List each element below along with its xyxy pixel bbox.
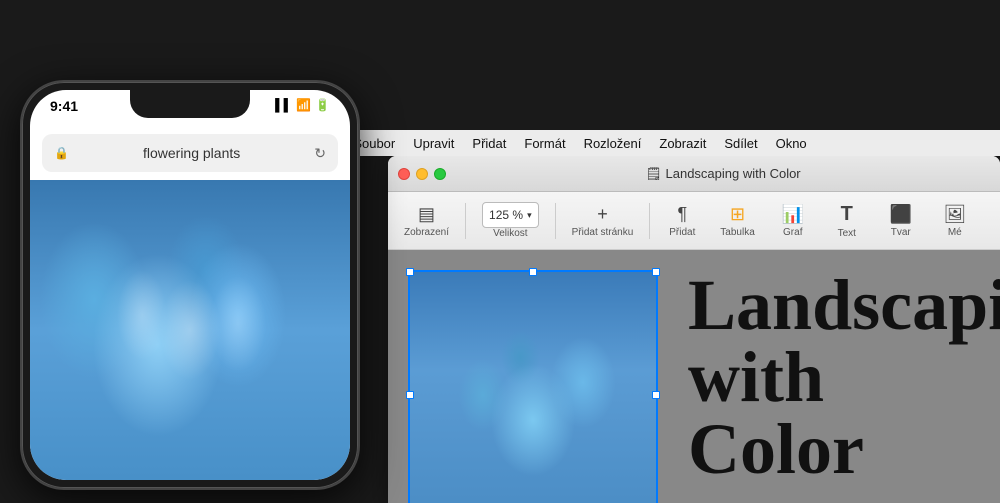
pages-window: 🗒 Landscaping with Color ▤ Zobrazení 125… (388, 156, 1000, 503)
document-canvas (408, 270, 658, 503)
chart-icon: 📊 (782, 204, 804, 225)
menu-sdilet[interactable]: Sdílet (724, 136, 757, 151)
graf-label: Graf (783, 227, 802, 238)
menu-rozlozeni[interactable]: Rozložení (584, 136, 642, 151)
minimize-button[interactable] (416, 168, 428, 180)
iphone-notch (130, 90, 250, 118)
toolbar: ▤ Zobrazení 125 % ▾ Velikost + Přidat st… (388, 192, 1000, 250)
pridat-stranku-button[interactable]: + Přidat stránku (564, 200, 642, 242)
document-area: Landscapi with Color (388, 250, 1000, 503)
zobrazeni-label: Zobrazení (404, 227, 449, 238)
signal-icon: ▌▌ (275, 98, 292, 112)
menu-okno[interactable]: Okno (776, 136, 807, 151)
handle-topmid[interactable] (529, 268, 537, 276)
window-titlebar: 🗒 Landscaping with Color (388, 156, 1000, 192)
handle-topleft[interactable] (406, 268, 414, 276)
document-title: Landscapi with Color (688, 269, 1000, 485)
text-button[interactable]: T Text (823, 199, 871, 243)
close-button[interactable] (398, 168, 410, 180)
text-label: Text (838, 228, 856, 239)
me-label: Mé (948, 227, 962, 238)
title-line1: Landscapi (688, 269, 1000, 341)
zoom-value: 125 % (489, 208, 523, 222)
graf-button[interactable]: 📊 Graf (769, 200, 817, 242)
zoom-arrow-icon: ▾ (527, 210, 532, 221)
zobrazeni-button[interactable]: ▤ Zobrazení (396, 200, 457, 242)
traffic-lights (398, 168, 446, 180)
paragraph-icon: ¶ (677, 204, 687, 225)
handle-topright[interactable] (652, 268, 660, 276)
pridat-label: Přidat (669, 227, 695, 238)
table-icon: ⊞ (730, 204, 745, 225)
text-icon: T (841, 203, 853, 226)
pridat-stranku-label: Přidat stránku (572, 227, 634, 238)
status-icons: ▌▌ 📶 🔋 (275, 98, 330, 112)
iphone-content-image (30, 180, 350, 480)
menu-format[interactable]: Formát (524, 136, 565, 151)
window-title: 🗒 Landscaping with Color (456, 166, 990, 182)
reload-icon[interactable]: ↻ (314, 145, 326, 162)
tvar-button[interactable]: ⬛ Tvar (877, 200, 925, 242)
add-page-icon: + (597, 204, 608, 225)
selection-border (408, 270, 658, 503)
zoom-control[interactable]: 125 % ▾ (482, 202, 539, 228)
tvar-label: Tvar (891, 227, 911, 238)
velikost-label: Velikost (493, 228, 527, 239)
fullscreen-button[interactable] (434, 168, 446, 180)
menu-pridat[interactable]: Přidat (472, 136, 506, 151)
flower-overlay (30, 180, 350, 480)
handle-rightmid[interactable] (652, 391, 660, 399)
document-icon: 🗒 (645, 166, 662, 181)
iphone-screen: 9:41 ▌▌ 📶 🔋 🔒 flowering plants ↻ (30, 90, 350, 480)
media-icon: 🖼 (943, 204, 966, 225)
iphone-frame: 9:41 ▌▌ 📶 🔋 🔒 flowering plants ↻ (20, 80, 360, 490)
title-line2: with Color (688, 341, 1000, 485)
wifi-icon: 📶 (296, 98, 311, 112)
address-bar[interactable]: 🔒 flowering plants ↻ (42, 134, 338, 172)
url-text[interactable]: flowering plants (75, 145, 308, 161)
lock-icon: 🔒 (54, 146, 69, 160)
status-time: 9:41 (50, 98, 78, 114)
tabulka-label: Tabulka (720, 227, 754, 238)
pridat-button[interactable]: ¶ Přidat (658, 200, 706, 242)
separator-3 (649, 203, 650, 239)
menubar: Pages Soubor Upravit Přidat Formát Rozlo… (265, 130, 1000, 156)
menu-zobrazit[interactable]: Zobrazit (659, 136, 706, 151)
shape-icon: ⬛ (890, 204, 912, 225)
tabulka-button[interactable]: ⊞ Tabulka (712, 200, 762, 242)
velikost-button[interactable]: 125 % ▾ Velikost (474, 198, 547, 243)
iphone-body: 9:41 ▌▌ 📶 🔋 🔒 flowering plants ↻ (20, 80, 360, 490)
document-text-area: Landscapi with Color (678, 250, 1000, 503)
battery-icon: 🔋 (315, 98, 330, 112)
view-icon: ▤ (418, 204, 435, 225)
media-button[interactable]: 🖼 Mé (931, 200, 979, 242)
menu-upravit[interactable]: Upravit (413, 136, 454, 151)
separator-2 (555, 203, 556, 239)
handle-leftmid[interactable] (406, 391, 414, 399)
separator-1 (465, 203, 466, 239)
